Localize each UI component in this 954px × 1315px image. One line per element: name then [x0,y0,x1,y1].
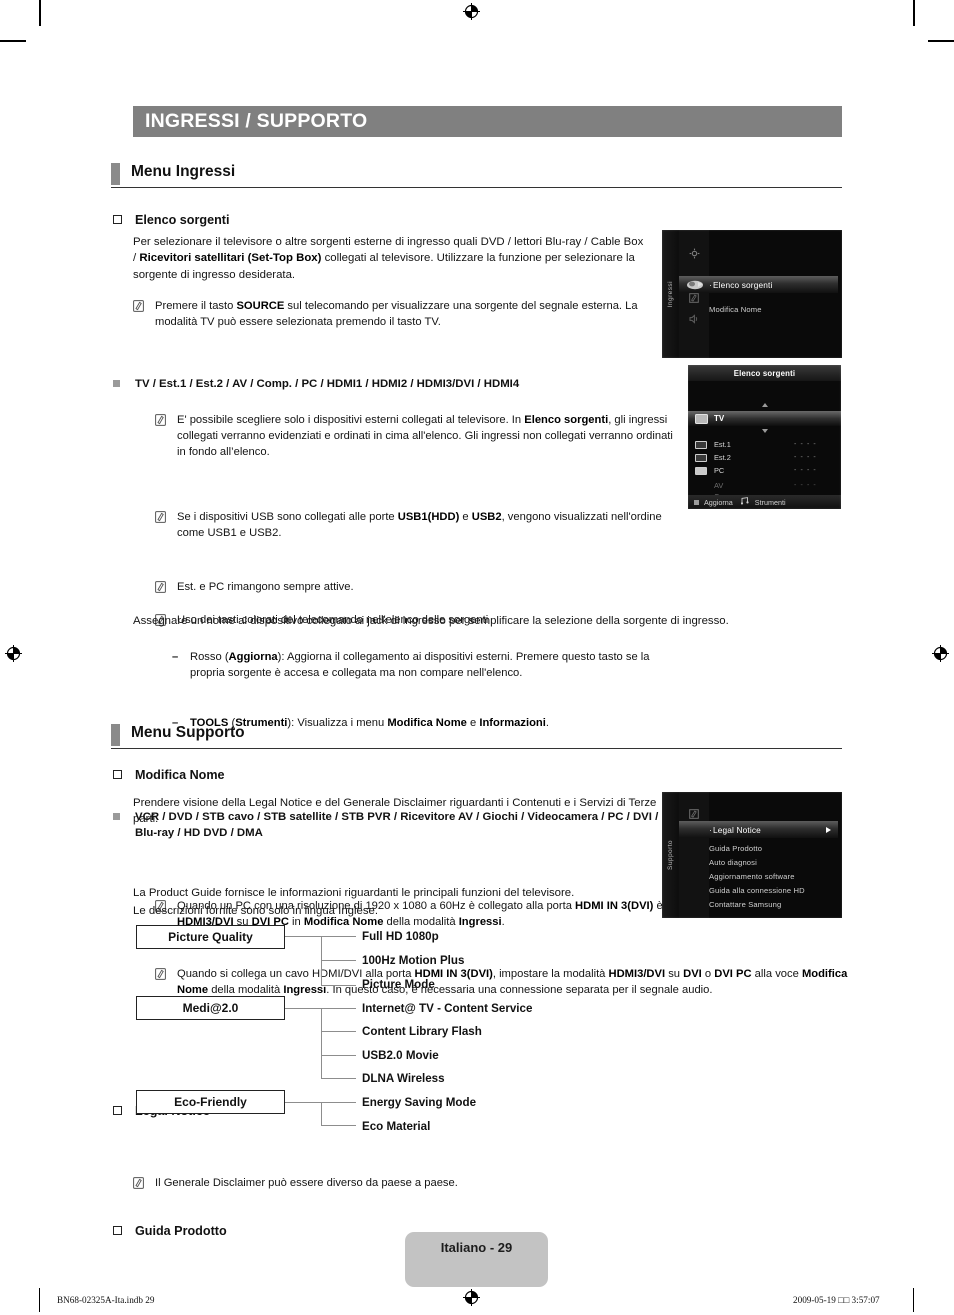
tree-line-vertical [321,1008,323,1079]
tree-node-picture-quality: Picture Quality [136,925,285,949]
footer-rule-right [913,1288,914,1312]
tree-line-branch [321,1008,356,1010]
tree-leaf-usb2-movie: USB2.0 Movie [362,1049,439,1062]
tree-line-branch [321,936,356,938]
tree-line-branch [321,1078,356,1080]
tree-node-label: Eco-Friendly [174,1095,247,1109]
tree-line-branch [321,1125,356,1127]
tree-leaf-100hz-motion-plus: 100Hz Motion Plus [362,954,465,967]
footer-file-name: BN68-02325A-Ita.indb 29 [57,1295,155,1305]
tree-line-branch [321,1055,356,1057]
tree-node-label: Medi@2.0 [182,1001,239,1015]
tree-line-branch [321,960,356,962]
page-number-label: Italiano - 29 [440,1240,513,1255]
tree-node-label: Picture Quality [168,930,253,944]
tree-node-eco-friendly: Eco-Friendly [136,1090,285,1114]
tree-line-trunk [285,936,322,938]
tree-leaf-picture-mode: Picture Mode [362,978,435,991]
tree-leaf-content-library-flash: Content Library Flash [362,1025,482,1038]
tree-line-vertical [321,1102,323,1126]
tree-line-trunk [285,1008,322,1010]
tree-line-branch [321,1031,356,1033]
footer-timestamp: 2009-05-19 □□ 3:57:07 [793,1295,880,1305]
tree-line-branch [321,1102,356,1104]
page-number-badge: Italiano - 29 [405,1232,548,1287]
tree-leaf-internet-tv: Internet@ TV - Content Service [362,1002,533,1015]
tree-leaf-energy-saving-mode: Energy Saving Mode [362,1096,477,1109]
tree-node-media-2-0: Medi@2.0 [136,996,285,1020]
product-guide-tree: Picture Quality Full HD 1080p 100Hz Moti… [0,0,954,1315]
tree-line-branch [321,985,356,987]
footer-rule-left [39,1288,40,1312]
tree-leaf-eco-material: Eco Material [362,1120,431,1133]
tree-leaf-full-hd-1080p: Full HD 1080p [362,930,439,943]
tree-line-trunk [285,1102,322,1104]
tree-leaf-dlna-wireless: DLNA Wireless [362,1072,445,1085]
